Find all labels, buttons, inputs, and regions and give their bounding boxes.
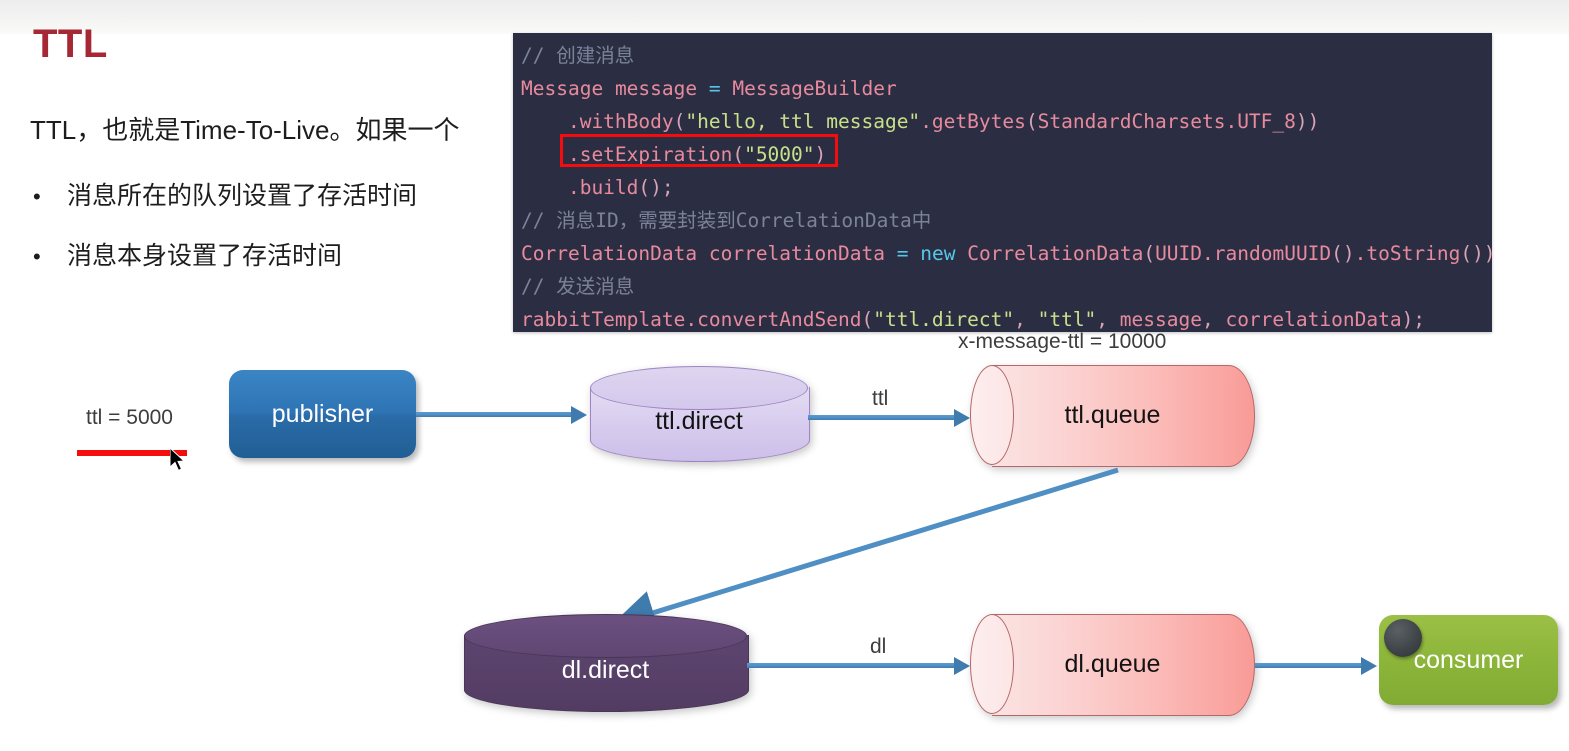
code-token: StandardCharsets.UTF_8: [1037, 110, 1296, 133]
code-token: UUID.randomUUID: [1155, 242, 1332, 265]
code-token: // 创建消息: [521, 44, 635, 67]
code-token: "hello, ttl message": [685, 110, 921, 133]
code-line-1: Message message = MessageBuilder: [521, 72, 1492, 105]
node-dl-queue[interactable]: dl.queue: [970, 614, 1255, 716]
intro-paragraph: TTL，也就是Time-To-Live。如果一个: [30, 115, 460, 145]
code-token: .withBody: [521, 110, 674, 133]
code-token: .build: [521, 176, 639, 199]
code-text: // 创建消息 Message message = MessageBuilder …: [521, 39, 1492, 332]
code-token: =: [896, 242, 909, 265]
code-token: (: [732, 143, 745, 166]
code-line-0: // 创建消息: [521, 39, 1492, 72]
code-token: message: [614, 77, 698, 100]
code-token: Message: [521, 77, 604, 100]
slide-canvas: TTL TTL，也就是Time-To-Live。如果一个 • 消息所在的队列设置了…: [0, 0, 1569, 751]
code-line-5: // 消息ID，需要封装到CorrelationData中: [521, 204, 1492, 237]
code-snippet-panel: // 创建消息 Message message = MessageBuilder …: [513, 33, 1492, 332]
code-line-2: .withBody("hello, ttl message".getBytes(…: [521, 105, 1492, 138]
arrow-dl-direct-to-dl-queue: [747, 663, 954, 668]
code-token: ();: [638, 176, 674, 199]
bullet-text-1: 消息本身设置了存活时间: [67, 242, 343, 270]
edge-label-dl: dl: [870, 635, 887, 658]
node-consumer-label: consumer: [1413, 645, 1524, 674]
code-token: ,: [1201, 308, 1226, 331]
arrow-head-icon: [1361, 657, 1377, 675]
code-token: (): [1331, 242, 1355, 265]
code-token: .setExpiration: [521, 143, 733, 166]
code-token: (: [673, 110, 686, 133]
code-token: ,: [1014, 308, 1038, 331]
code-line-4: .build();: [521, 171, 1492, 204]
code-token: CorrelationData: [967, 242, 1144, 265]
code-token: ,: [1096, 308, 1120, 331]
code-token: // 发送消息: [521, 275, 635, 298]
code-token: rabbitTemplate.convertAndSend: [521, 308, 862, 331]
code-token: (: [1025, 110, 1038, 133]
code-token: correlationData: [1225, 308, 1402, 331]
bullet-item-1: • 消息本身设置了存活时间: [33, 236, 342, 272]
code-token: ): [814, 143, 827, 166]
bullet-item-0: • 消息所在的队列设置了存活时间: [33, 176, 417, 212]
code-token: "ttl": [1037, 308, 1097, 331]
consumer-badge-icon: [1384, 619, 1422, 657]
code-token: .getBytes: [920, 110, 1026, 133]
code-token: =: [708, 77, 721, 100]
arrow-dl-queue-to-consumer: [1255, 663, 1361, 668]
code-token: "ttl.direct": [873, 308, 1015, 331]
page-title: TTL: [33, 22, 108, 66]
node-dl-queue-label: dl.queue: [1064, 649, 1161, 678]
code-token: correlationData: [708, 242, 885, 265]
bullet-marker-icon: •: [33, 244, 41, 269]
code-line-7: // 发送消息: [521, 270, 1492, 303]
code-token: new: [920, 242, 956, 265]
code-token: "5000": [744, 143, 815, 166]
top-gradient-band: [0, 0, 1569, 34]
code-token: CorrelationData: [521, 242, 698, 265]
node-dl-direct-label: dl.direct: [561, 655, 650, 684]
bullet-text-0: 消息所在的队列设置了存活时间: [67, 182, 418, 210]
architecture-diagram: ttl = 5000 x-message-ttl = 10000 publish…: [0, 330, 1569, 751]
code-token: (: [1143, 242, 1156, 265]
code-token: ());: [1460, 242, 1492, 265]
code-token: message: [1119, 308, 1202, 331]
node-dl-direct[interactable]: dl.direct: [464, 614, 749, 712]
code-token: // 消息ID，需要封装到CorrelationData中: [521, 209, 932, 232]
bullet-marker-icon: •: [33, 184, 41, 209]
code-token: );: [1401, 308, 1426, 331]
code-line-8: rabbitTemplate.convertAndSend("ttl.direc…: [521, 303, 1492, 332]
code-token: .toString: [1354, 242, 1461, 265]
arrow-head-icon: [954, 657, 970, 675]
arrow-ttl-queue-to-dl-direct: [610, 467, 1119, 635]
code-line-3: .setExpiration("5000"): [521, 138, 1492, 171]
code-line-6: CorrelationData correlationData = new Co…: [521, 237, 1492, 270]
code-token: (: [861, 308, 874, 331]
code-token: MessageBuilder: [732, 77, 897, 100]
code-token: )): [1295, 110, 1320, 133]
